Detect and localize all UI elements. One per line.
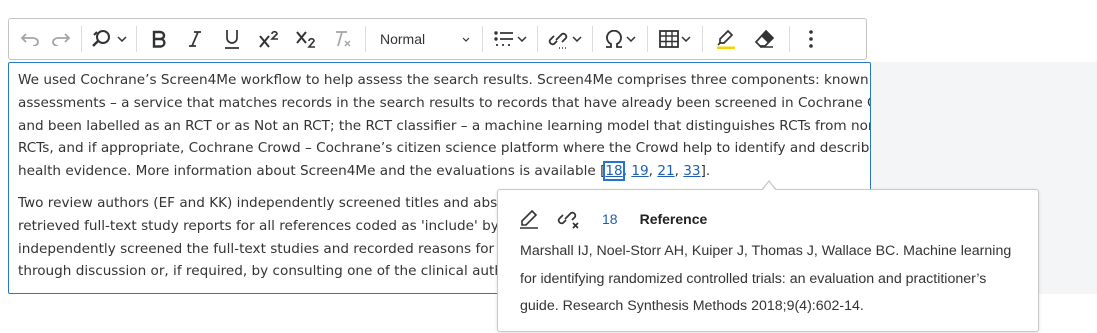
paragraph-line: through discussion or, if required, by c…	[18, 263, 517, 280]
edit-citation-button[interactable]	[516, 206, 542, 232]
toolbar-separator	[81, 26, 82, 52]
reference-title: Reference	[639, 211, 708, 227]
underline-button[interactable]	[213, 23, 251, 55]
chevron-down-icon	[681, 36, 691, 42]
chevron-down-icon	[462, 37, 470, 42]
italic-icon	[189, 31, 201, 47]
citation-18[interactable]: 18	[603, 161, 625, 182]
chevron-down-icon	[572, 36, 582, 42]
citation-link-icon	[548, 32, 568, 49]
remove-citation-button[interactable]	[556, 206, 582, 232]
find-replace-icon	[92, 30, 110, 47]
paragraph-line: assessments – a service that matches rec…	[18, 94, 871, 111]
find-replace-button[interactable]	[86, 23, 132, 55]
heading-dropdown[interactable]: Normal	[370, 23, 478, 55]
citation-19[interactable]: 19	[631, 163, 648, 179]
citation-button[interactable]	[542, 23, 588, 55]
highlighter-icon	[717, 29, 735, 49]
toolbar-separator	[537, 26, 538, 52]
toolbar-separator	[702, 26, 703, 52]
vertical-dots-icon	[809, 30, 813, 48]
toolbar-separator	[592, 26, 593, 52]
paragraph-line: and been labelled as an RCT or as Not an…	[18, 117, 871, 134]
paragraph-line: health evidence. More information about …	[18, 163, 601, 180]
subscript-button[interactable]	[287, 23, 325, 55]
paragraph-line: Two review authors (EF and KK) independe…	[18, 194, 517, 211]
remove-format-button[interactable]	[325, 23, 361, 55]
superscript-button[interactable]	[251, 23, 287, 55]
balloon-header: 18 Reference	[516, 206, 707, 232]
special-characters-button[interactable]	[597, 23, 643, 55]
eraser-button[interactable]	[745, 23, 785, 55]
toolbar-separator	[365, 26, 366, 52]
remove-format-icon	[336, 31, 351, 47]
table-icon	[659, 30, 679, 48]
italic-button[interactable]	[177, 23, 213, 55]
editor-toolbar: Normal	[8, 18, 867, 60]
toolbar-separator	[136, 26, 137, 52]
superscript-icon	[259, 30, 278, 48]
insert-table-button[interactable]	[652, 23, 698, 55]
unlink-icon	[557, 211, 579, 229]
paragraph-1: We used Cochrane’s Screen4Me workflow to…	[18, 69, 870, 183]
reference-text: Marshall IJ, Noel-Storr AH, Kuiper J, Th…	[520, 243, 1012, 314]
bulleted-list-icon	[494, 31, 513, 46]
paragraph-line: retrieved full-text study reports for al…	[18, 217, 530, 234]
reference-number[interactable]: 18	[602, 211, 618, 227]
redo-icon[interactable]	[45, 23, 77, 55]
heading-dropdown-value: Normal	[380, 31, 426, 47]
omega-icon	[606, 30, 622, 48]
bold-button[interactable]	[141, 23, 177, 55]
pencil-icon	[520, 209, 538, 229]
toolbar-separator	[482, 26, 483, 52]
chevron-down-icon	[517, 36, 527, 42]
balloon-arrow-inner	[762, 182, 776, 191]
highlight-button[interactable]	[707, 23, 745, 55]
bold-icon	[152, 30, 166, 48]
eraser-icon	[754, 29, 775, 48]
citation-21[interactable]: 21	[657, 163, 674, 179]
toolbar-separator	[647, 26, 648, 52]
paragraph-line: We used Cochrane’s Screen4Me workflow to…	[18, 72, 869, 88]
chevron-down-icon	[117, 36, 127, 42]
paragraph-line: independently screened the full-text stu…	[18, 240, 522, 257]
paragraph-line: RCTs, and if appropriate, Cochrane Crowd…	[18, 140, 871, 157]
undo-icon[interactable]	[15, 23, 45, 55]
citation-balloon: 18 Reference Marshall IJ, Noel-Storr AH,…	[497, 189, 1039, 332]
citation-33[interactable]: 33	[683, 163, 700, 179]
bulleted-list-button[interactable]	[487, 23, 533, 55]
subscript-icon	[296, 31, 315, 48]
chevron-down-icon	[626, 36, 636, 42]
underline-icon	[225, 30, 239, 49]
more-options-button[interactable]	[794, 23, 828, 55]
toolbar-separator	[789, 26, 790, 52]
